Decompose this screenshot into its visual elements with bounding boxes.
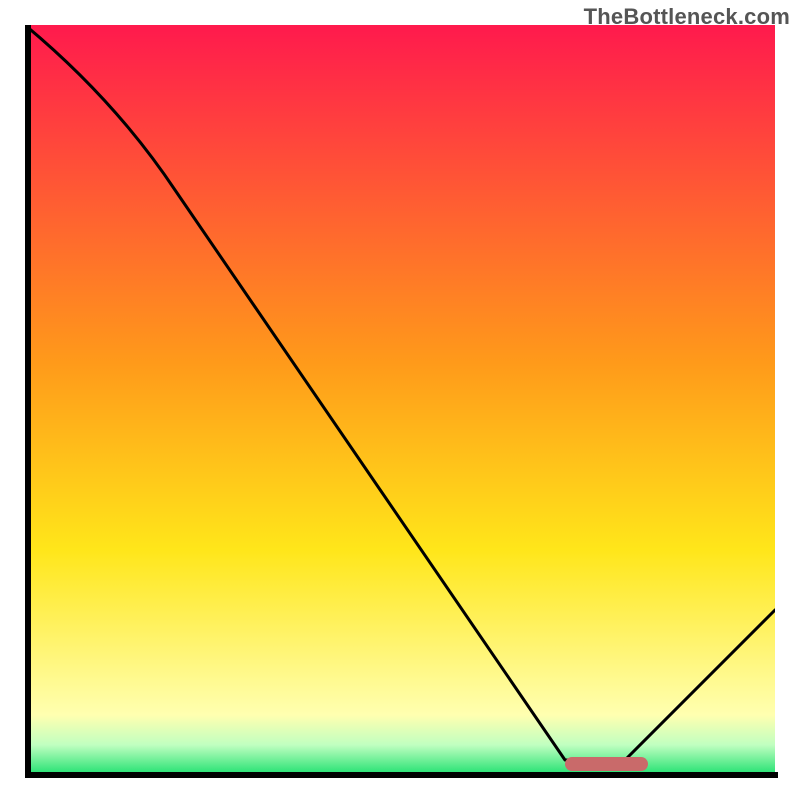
optimal-range-marker	[565, 757, 648, 771]
plot-area	[25, 25, 775, 775]
plot-svg	[25, 25, 775, 775]
y-axis	[25, 25, 31, 778]
x-axis	[25, 772, 778, 778]
bottleneck-chart: TheBottleneck.com	[0, 0, 800, 800]
